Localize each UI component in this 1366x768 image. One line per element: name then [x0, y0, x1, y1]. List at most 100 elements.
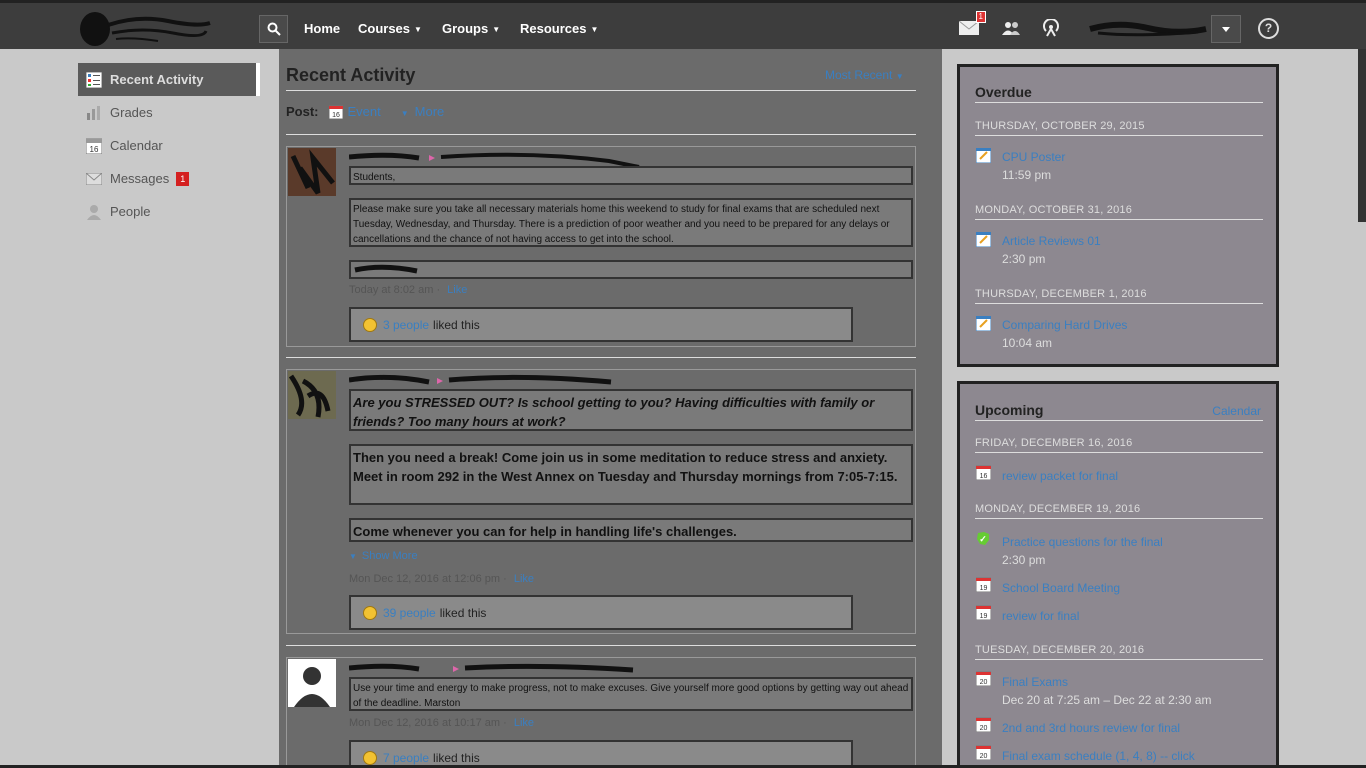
- post-author-line[interactable]: [348, 660, 639, 674]
- nav-groups[interactable]: Groups ▼: [442, 21, 500, 36]
- post-message: Students,: [349, 166, 913, 185]
- divider: [975, 452, 1263, 453]
- like-link[interactable]: Like: [514, 573, 534, 585]
- likes-people-link[interactable]: 39 people: [383, 606, 436, 620]
- post-message: Come whenever you can for help in handli…: [349, 518, 913, 542]
- post-event-label: Event: [347, 104, 381, 119]
- divider: [975, 659, 1263, 660]
- upcoming-panel: Upcoming Calendar FRIDAY, DECEMBER 16, 2…: [957, 381, 1279, 768]
- post-author-line[interactable]: [348, 149, 649, 169]
- activity-icon: [85, 71, 103, 89]
- like-link[interactable]: Like: [514, 717, 534, 729]
- upcoming-item-link[interactable]: review for final: [1002, 609, 1079, 623]
- post-author-line[interactable]: [348, 372, 629, 386]
- upcoming-title: Upcoming: [975, 402, 1044, 418]
- feed-item: Students, Please make sure you take all …: [286, 146, 916, 347]
- messages-button[interactable]: 1: [958, 11, 986, 39]
- upcoming-item-link[interactable]: Final exam schedule (1, 4, 8) -- click: [1002, 749, 1195, 763]
- user-name[interactable]: [1088, 19, 1208, 39]
- connections-button[interactable]: [1000, 17, 1022, 39]
- sidebar-item-label: Grades: [110, 105, 153, 120]
- right-column: Overdue THURSDAY, OCTOBER 29, 2015 CPU P…: [942, 49, 1356, 768]
- divider: [975, 135, 1263, 136]
- sidebar-item-messages[interactable]: Messages 1: [78, 162, 260, 195]
- divider: [286, 134, 916, 135]
- date-header: THURSDAY, DECEMBER 1, 2016: [975, 288, 1147, 300]
- smile-icon: [363, 317, 377, 332]
- calendar-event-icon: 20: [976, 717, 991, 732]
- avatar[interactable]: [288, 148, 336, 196]
- post-timestamp: Mon Dec 12, 2016 at 10:17 am: [349, 717, 501, 729]
- main-content: Recent Activity Most Recent ▼ Post: 16 E…: [279, 49, 942, 768]
- upcoming-item-link[interactable]: 2nd and 3rd hours review for final: [1002, 721, 1180, 735]
- upcoming-item-link[interactable]: Final Exams: [1002, 675, 1068, 689]
- calendar-event-icon: 19: [976, 577, 991, 592]
- assignment-icon: [976, 316, 991, 331]
- overdue-item-link[interactable]: Article Reviews 01: [1002, 234, 1101, 248]
- upcoming-item-link[interactable]: School Board Meeting: [1002, 581, 1120, 595]
- nav-courses-label: Courses: [358, 21, 411, 36]
- caret-down-icon: ▼: [349, 552, 357, 561]
- avatar[interactable]: [288, 659, 336, 707]
- nav-home-label: Home: [304, 21, 341, 36]
- assignment-icon: [976, 148, 991, 163]
- user-menu-dropdown[interactable]: [1211, 15, 1241, 43]
- overdue-item-link[interactable]: Comparing Hard Drives: [1002, 318, 1127, 332]
- feed-item: Are you STRESSED OUT? Is school getting …: [286, 369, 916, 634]
- sidebar-item-grades[interactable]: Grades: [78, 96, 260, 129]
- nav-home[interactable]: Home: [304, 21, 340, 36]
- svg-text:16: 16: [332, 112, 340, 119]
- likes-people-link[interactable]: 7 people: [383, 751, 429, 765]
- svg-text:19: 19: [980, 613, 988, 620]
- overdue-title: Overdue: [975, 84, 1032, 100]
- sort-label: Most Recent: [825, 68, 893, 82]
- likes-suffix: liked this: [439, 605, 487, 620]
- upcoming-item-time: 2:30 pm: [1002, 553, 1046, 567]
- sidebar-item-calendar[interactable]: 16 Calendar: [78, 129, 260, 162]
- date-header: THURSDAY, OCTOBER 29, 2015: [975, 120, 1145, 132]
- like-link[interactable]: Like: [447, 284, 467, 296]
- upcoming-item-time: Dec 20 at 7:25 am – Dec 22 at 2:30 am: [1002, 693, 1212, 707]
- divider: [286, 90, 916, 91]
- nav-resources[interactable]: Resources ▼: [520, 21, 598, 36]
- upcoming-item-link[interactable]: Practice questions for the final: [1002, 535, 1163, 549]
- nav-courses[interactable]: Courses ▼: [358, 21, 422, 36]
- sort-dropdown[interactable]: Most Recent ▼: [825, 68, 904, 82]
- caret-down-icon: ▼: [492, 25, 501, 35]
- likes-summary: 7 people liked this: [349, 740, 853, 768]
- envelope-icon: [85, 170, 103, 188]
- sidebar-item-recent-activity[interactable]: Recent Activity: [78, 63, 260, 96]
- caret-down-icon: ▼: [400, 109, 409, 118]
- svg-text:16: 16: [90, 145, 99, 154]
- help-button[interactable]: ?: [1258, 18, 1279, 39]
- notifications-button[interactable]: [1040, 17, 1062, 39]
- divider: [975, 303, 1263, 304]
- search-button[interactable]: [259, 15, 288, 43]
- show-more-link[interactable]: ▼ Show More: [349, 550, 418, 562]
- calendar-icon: 16: [328, 105, 343, 119]
- person-icon: [85, 203, 103, 221]
- post-message: Use your time and energy to make progres…: [349, 677, 913, 711]
- upcoming-item-link[interactable]: review packet for final: [1002, 469, 1118, 483]
- post-timestamp: Today at 8:02 am: [349, 284, 434, 296]
- overdue-item-link[interactable]: CPU Poster: [1002, 150, 1065, 164]
- post-more-dropdown[interactable]: ▼ More: [401, 104, 445, 119]
- likes-people-link[interactable]: 3 people: [383, 318, 429, 332]
- messages-badge: 1: [975, 11, 986, 23]
- sidebar-item-people[interactable]: People: [78, 195, 260, 228]
- post-timestamp: Mon Dec 12, 2016 at 12:06 pm: [349, 573, 501, 585]
- likes-summary: 3 people liked this: [349, 307, 853, 342]
- avatar[interactable]: [288, 371, 336, 419]
- page-scrollbar-thumb[interactable]: [1358, 49, 1366, 222]
- svg-text:20: 20: [980, 679, 988, 686]
- school-logo[interactable]: [78, 11, 213, 49]
- calendar-link[interactable]: Calendar: [1212, 404, 1261, 418]
- smile-icon: [363, 605, 377, 620]
- nav-groups-label: Groups: [442, 21, 489, 36]
- svg-text:✓: ✓: [979, 534, 987, 544]
- likes-suffix: liked this: [433, 317, 480, 332]
- post-message: Are you STRESSED OUT? Is school getting …: [349, 389, 913, 431]
- post-signature: [349, 260, 913, 279]
- post-event-button[interactable]: 16 Event: [328, 104, 381, 119]
- calendar-event-icon: 20: [976, 671, 991, 686]
